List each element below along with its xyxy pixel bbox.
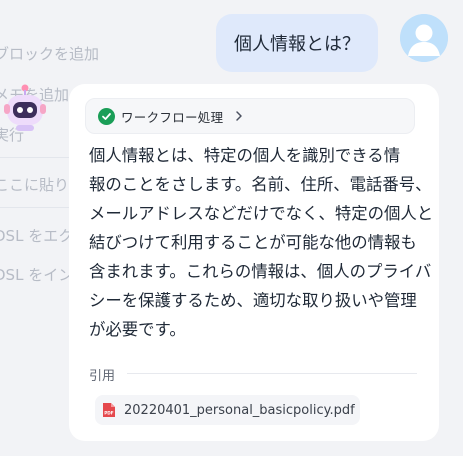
citation-divider — [127, 373, 417, 374]
assistant-answer-card: ワークフロー処理 個人情報とは、特定の個人を識別できる情 報のことをさします。名… — [69, 84, 439, 441]
answer-line: メールアドレスなどだけでなく、特定の個人と — [89, 204, 434, 223]
svg-text:PDF: PDF — [104, 411, 114, 416]
answer-text: 個人情報とは、特定の個人を識別できる情 報のことをさします。名前、住所、電話番号… — [89, 141, 434, 344]
answer-line: が必要です。 — [89, 320, 186, 339]
bg-menu-item-add-block: ブロックを追加 — [0, 45, 100, 63]
answer-line: 含まれます。これらの情報は、個人のプライバ — [89, 262, 432, 281]
citation-label: 引用 — [89, 369, 116, 384]
robot-icon — [4, 84, 46, 131]
bg-menu-separator — [0, 157, 70, 158]
user-icon — [400, 14, 448, 62]
workflow-label: ワークフロー処理 — [121, 109, 224, 125]
answer-line: 報のことをさします。名前、住所、電話番号、 — [89, 175, 432, 194]
citation-file-name: 20220401_personal_basicpolicy.pdf — [124, 402, 355, 418]
user-message-bubble: 個人情報とは？ — [216, 14, 378, 72]
workflow-process-toggle[interactable]: ワークフロー処理 — [85, 98, 415, 134]
user-message-text: 個人情報とは？ — [234, 34, 360, 55]
bg-menu-separator — [0, 207, 70, 208]
chevron-right-icon — [235, 110, 243, 122]
success-check-icon — [98, 107, 115, 125]
answer-line: 結びつけて利用することが可能な他の情報も — [89, 233, 417, 252]
user-avatar — [400, 14, 448, 62]
citation-file-chip[interactable]: PDF 20220401_personal_basicpolicy.pdf — [95, 395, 360, 425]
answer-line: 個人情報とは、特定の個人を識別できる情 — [89, 146, 401, 165]
answer-line: シーを保護するため、適切な取り扱いや管理 — [89, 291, 417, 310]
pdf-icon: PDF — [103, 403, 115, 417]
bot-avatar — [2, 82, 48, 132]
